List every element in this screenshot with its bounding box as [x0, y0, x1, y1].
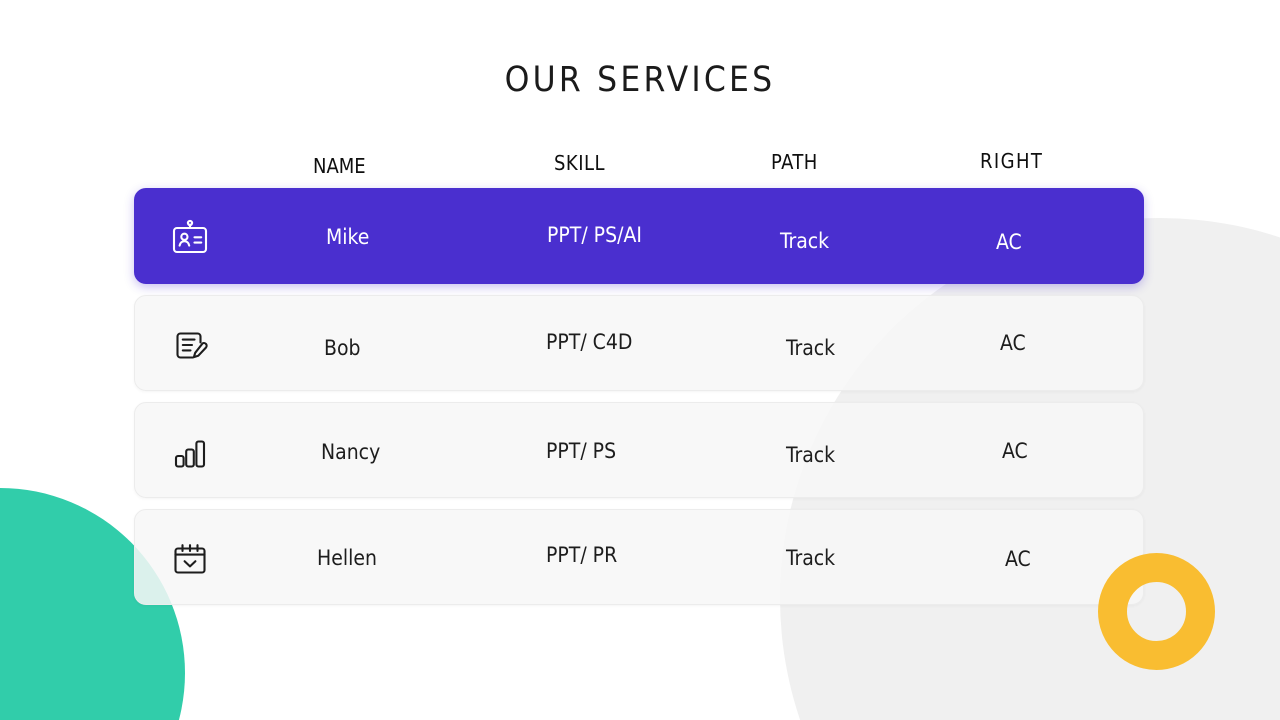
- calendar-check-icon: [169, 538, 211, 580]
- table-row[interactable]: Mike PPT/ PS/AI Track AC: [134, 188, 1144, 284]
- page-title: OUR SERVICES: [504, 60, 776, 100]
- cell-skill: PPT/ PR: [546, 543, 618, 567]
- cell-skill: PPT/ PS/AI: [547, 223, 642, 247]
- cell-right: AC: [996, 230, 1022, 254]
- table-row[interactable]: Bob PPT/ C4D Track AC: [134, 295, 1144, 391]
- table-body: Mike PPT/ PS/AI Track AC Bob PPT/ C4D Tr…: [134, 188, 1144, 605]
- bar-chart-icon: [169, 431, 211, 473]
- cell-name: Hellen: [317, 546, 377, 570]
- cell-path: Track: [786, 546, 836, 570]
- cell-right: AC: [1005, 547, 1031, 571]
- id-card-icon: [169, 217, 211, 259]
- column-header-name: NAME: [313, 154, 366, 178]
- services-table: NAME SKILL PATH RIGHT Mike PPT/ PS/AI Tr…: [134, 140, 1144, 616]
- cell-right: AC: [1000, 331, 1026, 355]
- column-header-path: PATH: [771, 150, 818, 174]
- table-row[interactable]: Hellen PPT/ PR Track AC: [134, 509, 1144, 605]
- cell-name: Mike: [326, 225, 370, 249]
- cell-skill: PPT/ C4D: [546, 330, 633, 354]
- cell-path: Track: [786, 443, 836, 467]
- document-edit-icon: [169, 324, 211, 366]
- cell-right: AC: [1002, 439, 1028, 463]
- table-header-row: NAME SKILL PATH RIGHT: [134, 140, 1144, 188]
- cell-name: Nancy: [321, 440, 381, 464]
- cell-skill: PPT/ PS: [546, 439, 617, 463]
- column-header-skill: SKILL: [554, 151, 606, 175]
- cell-name: Bob: [324, 336, 361, 360]
- column-header-right: RIGHT: [980, 149, 1044, 173]
- cell-path: Track: [786, 336, 836, 360]
- cell-path: Track: [780, 229, 830, 253]
- yellow-ring-shape: [1098, 553, 1215, 670]
- table-row[interactable]: Nancy PPT/ PS Track AC: [134, 402, 1144, 498]
